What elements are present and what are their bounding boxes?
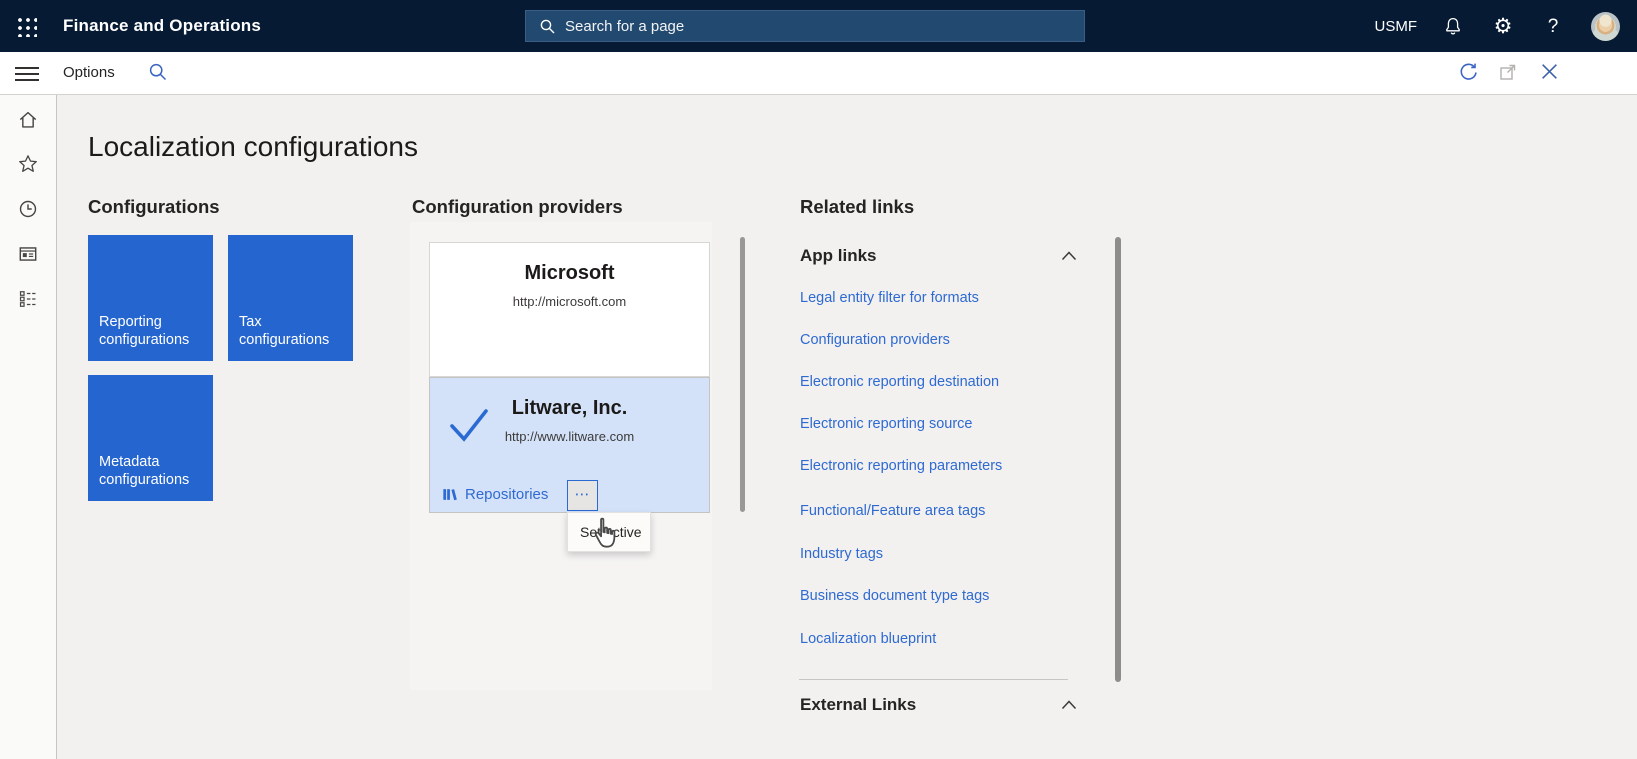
tile-label: Metadata configurations bbox=[99, 454, 190, 489]
providers-scrollbar[interactable] bbox=[740, 237, 745, 512]
menu-item-set-active[interactable]: Set active bbox=[568, 513, 650, 551]
link-functional-feature-tags[interactable]: Functional/Feature area tags bbox=[800, 503, 985, 519]
app-title: Finance and Operations bbox=[63, 16, 262, 35]
workspace-icon bbox=[19, 247, 37, 261]
link-configuration-providers[interactable]: Configuration providers bbox=[800, 332, 950, 348]
hamburger-icon[interactable] bbox=[15, 67, 39, 81]
divider bbox=[799, 679, 1068, 680]
chevron-up-icon[interactable] bbox=[1061, 251, 1077, 261]
search-input[interactable] bbox=[565, 17, 1045, 35]
tile-tax-configurations[interactable]: Tax configurations bbox=[228, 235, 353, 361]
help-button[interactable]: ? bbox=[1541, 14, 1565, 38]
tile-metadata-configurations[interactable]: Metadata configurations bbox=[88, 375, 213, 501]
link-localization-blueprint[interactable]: Localization blueprint bbox=[800, 631, 936, 647]
related-links-heading: Related links bbox=[800, 196, 915, 217]
modules-icon bbox=[19, 291, 36, 307]
provider-name: Microsoft bbox=[524, 262, 615, 284]
avatar[interactable] bbox=[1591, 11, 1620, 41]
repositories-link[interactable]: Repositories bbox=[442, 486, 548, 503]
external-links-group-label: External Links bbox=[800, 695, 917, 714]
top-right-cluster: USMF ⚙ ? bbox=[1375, 0, 1637, 52]
sidebar-item-workspaces[interactable] bbox=[17, 243, 39, 265]
active-check-icon bbox=[450, 409, 488, 442]
link-er-parameters[interactable]: Electronic reporting parameters bbox=[800, 458, 1002, 474]
close-icon bbox=[1542, 64, 1557, 79]
search-icon bbox=[149, 63, 167, 81]
clock-icon bbox=[19, 200, 37, 218]
repositories-label: Repositories bbox=[465, 486, 549, 503]
help-icon: ? bbox=[1547, 15, 1559, 37]
nav-rail bbox=[0, 95, 57, 759]
page-search-box[interactable] bbox=[525, 10, 1085, 42]
search-icon bbox=[540, 19, 555, 33]
related-links-scrollbar[interactable] bbox=[1115, 237, 1121, 682]
refresh-icon bbox=[1460, 63, 1477, 80]
company-picker[interactable]: USMF bbox=[1375, 18, 1418, 35]
gear-icon: ⚙ bbox=[1493, 14, 1513, 38]
command-search-button[interactable] bbox=[148, 62, 168, 87]
notifications-button[interactable] bbox=[1441, 14, 1465, 38]
chevron-up-icon[interactable] bbox=[1061, 700, 1077, 710]
sidebar-item-recent[interactable] bbox=[17, 198, 39, 220]
waffle-icon[interactable] bbox=[15, 15, 37, 37]
sidebar-item-home[interactable] bbox=[17, 109, 39, 131]
star-icon bbox=[19, 155, 37, 172]
popout-icon bbox=[1500, 64, 1516, 80]
tile-label: Reporting configurations bbox=[99, 314, 190, 349]
sidebar-item-favorites[interactable] bbox=[17, 153, 39, 175]
close-button[interactable] bbox=[1540, 62, 1559, 86]
app-links-group-label: App links bbox=[800, 246, 877, 265]
options-menu[interactable]: Options bbox=[63, 64, 115, 81]
sidebar-item-modules[interactable] bbox=[17, 288, 39, 310]
top-app-bar: Finance and Operations USMF ⚙ ? bbox=[0, 0, 1637, 52]
more-options-button[interactable]: ⋯ bbox=[567, 480, 598, 511]
bell-icon bbox=[1446, 17, 1460, 34]
refresh-button[interactable] bbox=[1458, 62, 1479, 88]
command-bar: Options bbox=[0, 52, 1637, 95]
page-title: Localization configurations bbox=[88, 131, 418, 162]
configurations-heading: Configurations bbox=[88, 196, 220, 217]
open-in-new-window-button[interactable] bbox=[1498, 62, 1518, 87]
link-legal-entity-filter[interactable]: Legal entity filter for formats bbox=[800, 290, 979, 306]
link-er-source[interactable]: Electronic reporting source bbox=[800, 416, 972, 432]
link-business-document-type-tags[interactable]: Business document type tags bbox=[800, 588, 989, 604]
tile-reporting-configurations[interactable]: Reporting configurations bbox=[88, 235, 213, 361]
tile-label: Tax configurations bbox=[239, 314, 330, 349]
context-menu: Set active bbox=[567, 512, 651, 552]
link-industry-tags[interactable]: Industry tags bbox=[800, 546, 883, 562]
link-er-destination[interactable]: Electronic reporting destination bbox=[800, 374, 999, 390]
providers-heading: Configuration providers bbox=[412, 196, 623, 217]
home-icon bbox=[19, 111, 37, 128]
repositories-icon bbox=[443, 489, 457, 501]
provider-card-microsoft[interactable]: Microsoft http://microsoft.com bbox=[429, 242, 710, 377]
settings-button[interactable]: ⚙ bbox=[1491, 14, 1515, 38]
provider-url: http://microsoft.com bbox=[512, 294, 627, 309]
